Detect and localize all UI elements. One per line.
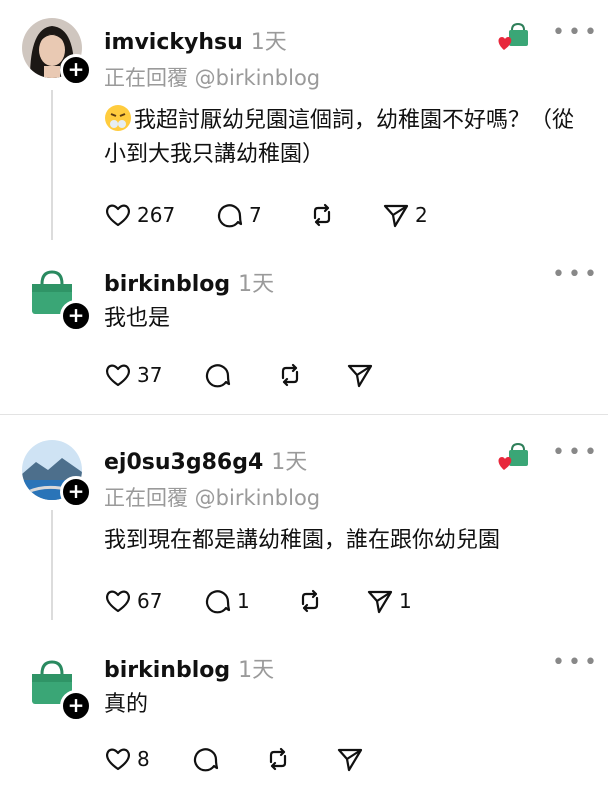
avatar-birkinblog[interactable]: + bbox=[22, 654, 92, 722]
repost-button[interactable] bbox=[264, 744, 292, 774]
username-text[interactable]: ej0su3g86g4 bbox=[104, 450, 263, 475]
like-count: 8 bbox=[137, 747, 150, 771]
share-send-icon bbox=[347, 364, 373, 388]
username[interactable]: imvickyhsu 1天 bbox=[104, 24, 287, 56]
thread-line bbox=[51, 510, 53, 620]
timestamp: 1天 bbox=[271, 450, 308, 475]
timestamp: 1天 bbox=[250, 30, 287, 55]
post-text-content: 我超討厭幼兒園這個詞，幼稚園不好嗎？（從小到大我只講幼稚園） bbox=[104, 108, 575, 167]
repost-icon bbox=[313, 203, 331, 227]
post-text-content: 我到現在都是講幼稚園，誰在跟你幼兒園 bbox=[104, 528, 501, 553]
heart-icon bbox=[106, 364, 130, 387]
more-dots-icon[interactable]: ••• bbox=[552, 650, 600, 675]
like-button[interactable]: 267 bbox=[104, 200, 175, 230]
username[interactable]: birkinblog 1天 bbox=[104, 266, 274, 298]
comment-bubble-icon bbox=[205, 364, 231, 388]
like-count: 267 bbox=[137, 203, 176, 227]
username[interactable]: ej0su3g86g4 1天 bbox=[104, 444, 307, 476]
share-send-icon bbox=[367, 590, 393, 614]
like-button[interactable]: 37 bbox=[104, 360, 162, 390]
steam-nose-emoji-icon bbox=[104, 104, 132, 132]
timestamp: 1天 bbox=[238, 272, 275, 297]
replying-to[interactable]: 正在回覆 @birkinblog bbox=[104, 482, 320, 512]
comment-button[interactable] bbox=[192, 744, 220, 774]
comment-count: 7 bbox=[249, 203, 262, 227]
share-button[interactable] bbox=[346, 360, 374, 390]
username-text[interactable]: birkinblog bbox=[104, 272, 230, 297]
more-dots-icon[interactable]: ••• bbox=[552, 262, 600, 287]
comment-bubble-icon bbox=[217, 204, 243, 228]
share-send-icon bbox=[337, 748, 363, 772]
comment-bubble-icon bbox=[193, 748, 219, 772]
share-send-icon bbox=[383, 204, 409, 228]
repost-button[interactable] bbox=[308, 200, 336, 230]
comment-button[interactable] bbox=[204, 360, 232, 390]
like-button[interactable]: 8 bbox=[104, 744, 150, 774]
username-text[interactable]: imvickyhsu bbox=[104, 30, 243, 55]
bag-heart-icon bbox=[496, 442, 532, 474]
comment-button[interactable]: 7 bbox=[216, 200, 262, 230]
post-text: 我也是 bbox=[104, 302, 584, 336]
timestamp: 1天 bbox=[238, 658, 275, 683]
comment-count: 1 bbox=[237, 589, 250, 613]
bag-heart-icon bbox=[496, 22, 532, 54]
more-dots-icon[interactable]: ••• bbox=[552, 20, 600, 45]
share-count: 1 bbox=[399, 589, 412, 613]
comment-button[interactable]: 1 bbox=[204, 586, 250, 616]
post-text: 真的 bbox=[104, 688, 584, 722]
username[interactable]: birkinblog 1天 bbox=[104, 652, 274, 684]
follow-plus-icon[interactable]: + bbox=[60, 476, 92, 508]
heart-icon bbox=[106, 204, 130, 227]
heart-icon bbox=[106, 590, 130, 613]
repost-icon bbox=[269, 747, 287, 771]
more-dots-icon[interactable]: ••• bbox=[552, 440, 600, 465]
follow-plus-icon[interactable]: + bbox=[60, 690, 92, 722]
follow-plus-icon[interactable]: + bbox=[60, 300, 92, 332]
share-button[interactable]: 1 bbox=[366, 586, 412, 616]
share-button[interactable]: 2 bbox=[382, 200, 428, 230]
repost-icon bbox=[281, 363, 299, 387]
post-text: 我超討厭幼兒園這個詞，幼稚園不好嗎？（從小到大我只講幼稚園） bbox=[104, 104, 584, 172]
like-count: 67 bbox=[137, 589, 163, 613]
repost-icon bbox=[301, 589, 319, 613]
like-count: 37 bbox=[137, 363, 163, 387]
heart-icon bbox=[106, 748, 130, 771]
divider bbox=[0, 414, 608, 415]
avatar-birkinblog[interactable]: + bbox=[22, 264, 92, 332]
repost-button[interactable] bbox=[296, 586, 324, 616]
username-text[interactable]: birkinblog bbox=[104, 658, 230, 683]
share-button[interactable] bbox=[336, 744, 364, 774]
avatar-imvickyhsu[interactable]: + bbox=[22, 18, 92, 86]
post-text-content: 真的 bbox=[104, 692, 149, 717]
comment-bubble-icon bbox=[205, 590, 231, 614]
thread-line bbox=[51, 90, 53, 240]
replying-to[interactable]: 正在回覆 @birkinblog bbox=[104, 62, 320, 92]
post-text-content: 我也是 bbox=[104, 306, 171, 331]
avatar-ej0su3g86g4[interactable]: + bbox=[22, 440, 92, 508]
follow-plus-icon[interactable]: + bbox=[60, 54, 92, 86]
repost-button[interactable] bbox=[276, 360, 304, 390]
share-count: 2 bbox=[415, 203, 428, 227]
post-text: 我到現在都是講幼稚園，誰在跟你幼兒園 bbox=[104, 524, 584, 558]
like-button[interactable]: 67 bbox=[104, 586, 162, 616]
